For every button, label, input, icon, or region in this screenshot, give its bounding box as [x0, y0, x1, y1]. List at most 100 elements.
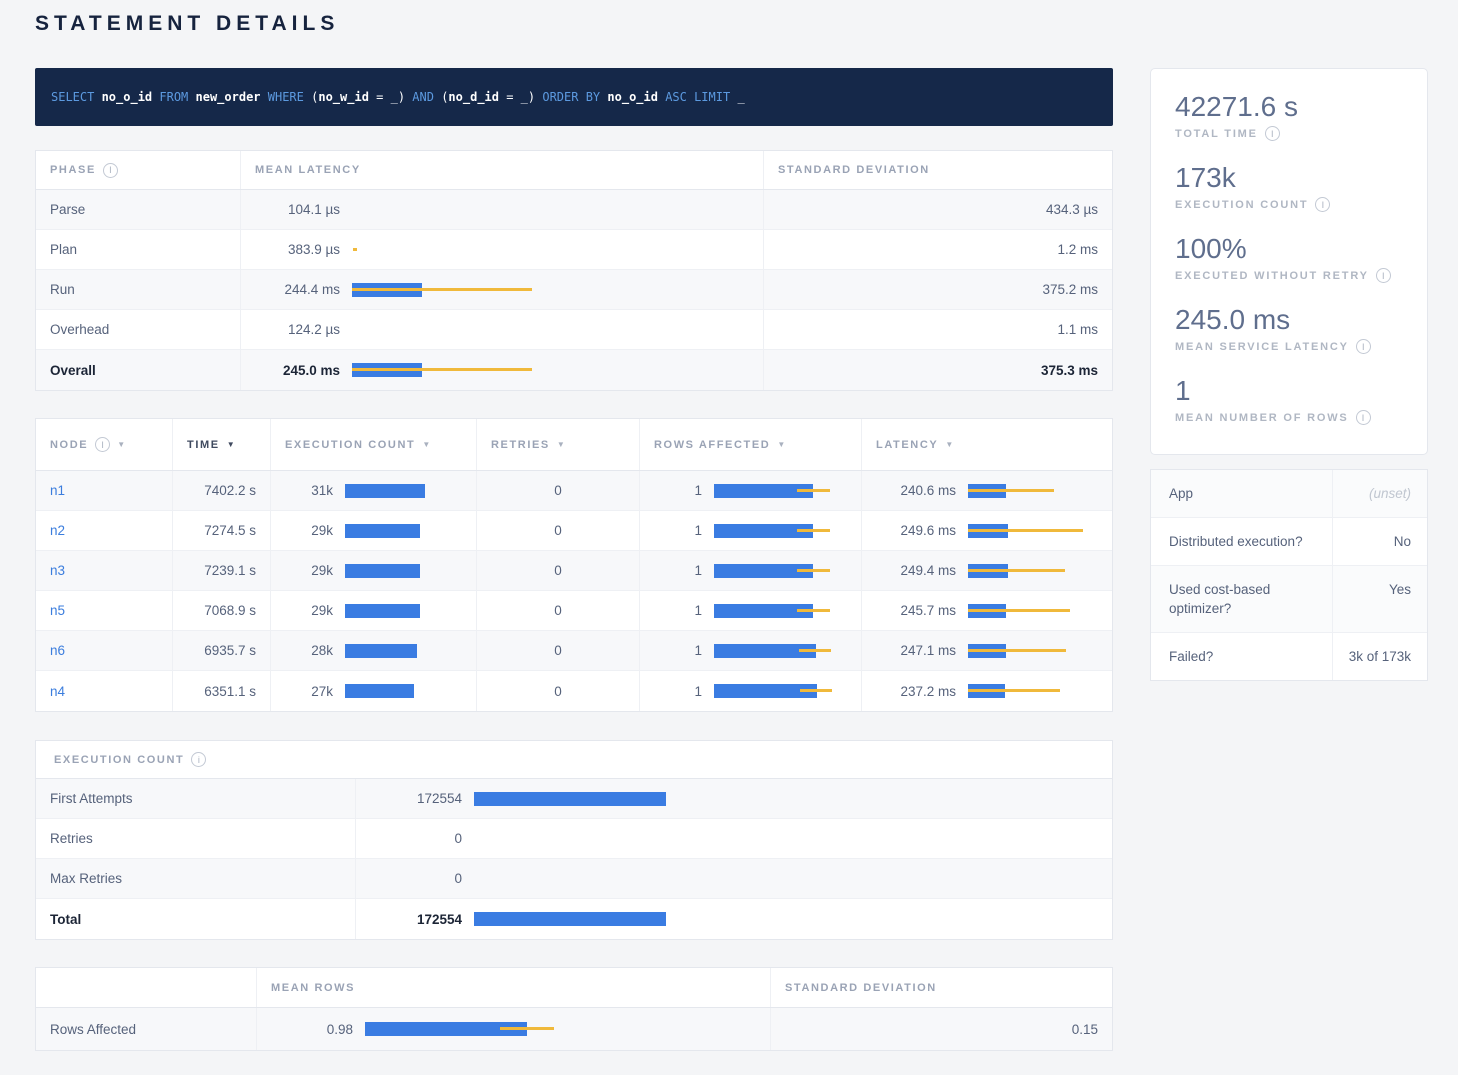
- statement-properties-table: App(unset)Distributed execution?NoUsed c…: [1150, 469, 1428, 681]
- execution-count-bar: [345, 604, 456, 618]
- column-header-node[interactable]: NODEi▼: [36, 419, 173, 470]
- phase-name-cell: Overall: [36, 350, 241, 390]
- latency-bar: [968, 564, 1092, 578]
- count-value-cell: 0: [356, 859, 1112, 898]
- table-row: Total 172554: [36, 899, 1112, 939]
- time-value: 7402.2 s: [204, 483, 256, 498]
- node-link[interactable]: n1: [50, 483, 65, 498]
- standard-deviation-column-header: STANDARD DEVIATION: [764, 151, 1112, 189]
- property-row: Failed?3k of 173k: [1151, 633, 1427, 680]
- count-value-cell: 0: [356, 819, 1112, 858]
- node-link[interactable]: n5: [50, 603, 65, 618]
- latency-bar: [968, 644, 1092, 658]
- count-value: 0: [370, 831, 462, 846]
- sort-arrow-icon: ▼: [422, 440, 430, 449]
- standard-deviation-cell: 0.15: [771, 1008, 1112, 1050]
- stat-value: 42271.6 s: [1175, 91, 1403, 123]
- count-label: Total: [50, 912, 81, 927]
- node-cell: n4: [36, 671, 173, 711]
- rows-affected-value: 1: [654, 643, 702, 658]
- retries-cell: 0: [477, 551, 640, 590]
- stddev-bar: [797, 529, 830, 532]
- rows-affected-value: 1: [654, 523, 702, 538]
- table-row: n27274.5 s29k01249.6 ms: [36, 511, 1112, 551]
- node-link[interactable]: n4: [50, 684, 65, 699]
- time-cell: 6351.1 s: [173, 671, 271, 711]
- info-icon[interactable]: i: [103, 163, 118, 178]
- rows-affected-bar: [714, 604, 841, 618]
- table-row: n37239.1 s29k01249.4 ms: [36, 551, 1112, 591]
- mean-latency-cell: 245.0 ms: [241, 350, 764, 390]
- rows-affected-cell: 1: [640, 671, 862, 711]
- execution-count-header: EXECUTION COUNT i: [36, 741, 1112, 779]
- standard-deviation-value: 375.2 ms: [1042, 282, 1098, 297]
- column-header-retries[interactable]: RETRIES▼: [477, 419, 640, 470]
- retries-cell: 0: [477, 631, 640, 670]
- sql-token: no_w_id: [318, 90, 369, 104]
- phase-table: PHASE i MEAN LATENCY STANDARD DEVIATION …: [35, 150, 1113, 391]
- latency-cell: 237.2 ms: [862, 671, 1112, 711]
- standard-deviation-cell: 1.1 ms: [764, 310, 1112, 349]
- time-cell: 7068.9 s: [173, 591, 271, 630]
- info-icon[interactable]: i: [1356, 339, 1371, 354]
- mean-bar: [345, 524, 420, 538]
- rows-affected-table: MEAN ROWS STANDARD DEVIATION Rows Affect…: [35, 967, 1113, 1051]
- phase-column-header: PHASE i: [36, 151, 241, 189]
- count-value: 172554: [370, 912, 462, 927]
- mean-latency-value: 245.0 ms: [255, 363, 340, 378]
- node-link[interactable]: n3: [50, 563, 65, 578]
- phase-name-cell: Overhead: [36, 310, 241, 349]
- time-value: 7239.1 s: [204, 563, 256, 578]
- rows-affected-bar: [714, 644, 841, 658]
- stddev-bar: [968, 529, 1083, 532]
- rows-affected-cell: 1: [640, 471, 862, 510]
- rows-affected-header: MEAN ROWS STANDARD DEVIATION: [36, 968, 1112, 1008]
- info-icon[interactable]: i: [191, 752, 206, 767]
- summary-stat: 245.0 msMEAN SERVICE LATENCYi: [1175, 304, 1403, 354]
- count-label: Retries: [50, 831, 93, 846]
- column-header-time[interactable]: TIME▼: [173, 419, 271, 470]
- node-cell: n2: [36, 511, 173, 550]
- count-value: 172554: [370, 791, 462, 806]
- sql-token: SELECT: [51, 90, 102, 104]
- latency-value: 249.4 ms: [876, 563, 956, 578]
- column-header-latency[interactable]: LATENCY▼: [862, 419, 1112, 470]
- retries-value: 0: [554, 523, 562, 538]
- time-value: 7274.5 s: [204, 523, 256, 538]
- latency-cell: 249.4 ms: [862, 551, 1112, 590]
- info-icon[interactable]: i: [95, 437, 110, 452]
- stat-label-text: MEAN SERVICE LATENCY: [1175, 341, 1349, 353]
- column-header-rows-affected[interactable]: ROWS AFFECTED▼: [640, 419, 862, 470]
- info-icon[interactable]: i: [1315, 197, 1330, 212]
- info-icon[interactable]: i: [1356, 410, 1371, 425]
- latency-value: 247.1 ms: [876, 643, 956, 658]
- table-row: n57068.9 s29k01245.7 ms: [36, 591, 1112, 631]
- node-table-body: n17402.2 s31k01240.6 msn27274.5 s29k0124…: [36, 471, 1112, 711]
- sql-token: no_o_id: [102, 90, 160, 104]
- node-cell: n3: [36, 551, 173, 590]
- time-value: 7068.9 s: [204, 603, 256, 618]
- property-row: App(unset): [1151, 470, 1427, 518]
- node-table-header: NODEi▼TIME▼EXECUTION COUNT▼RETRIES▼ROWS …: [36, 419, 1112, 471]
- table-row: n46351.1 s27k01237.2 ms: [36, 671, 1112, 711]
- sql-token: AND: [412, 90, 441, 104]
- info-icon[interactable]: i: [1376, 268, 1391, 283]
- node-link[interactable]: n6: [50, 643, 65, 658]
- property-label: App: [1151, 470, 1333, 517]
- time-cell: 7274.5 s: [173, 511, 271, 550]
- property-value: (unset): [1333, 470, 1427, 517]
- stat-value: 100%: [1175, 233, 1403, 265]
- standard-deviation-column-label: STANDARD DEVIATION: [778, 164, 930, 176]
- empty-column-header: [36, 968, 257, 1007]
- info-icon[interactable]: i: [1265, 126, 1280, 141]
- rows-affected-bar: [714, 564, 841, 578]
- summary-stats-card: 42271.6 sTOTAL TIMEi173kEXECUTION COUNTi…: [1150, 68, 1428, 455]
- stat-value: 173k: [1175, 162, 1403, 194]
- node-link[interactable]: n2: [50, 523, 65, 538]
- column-header-execution-count[interactable]: EXECUTION COUNT▼: [271, 419, 477, 470]
- sort-arrow-icon: ▼: [945, 440, 953, 449]
- summary-stat: 100%EXECUTED WITHOUT RETRYi: [1175, 233, 1403, 283]
- retries-value: 0: [554, 643, 562, 658]
- stddev-bar: [968, 569, 1065, 572]
- latency-bar: [968, 524, 1092, 538]
